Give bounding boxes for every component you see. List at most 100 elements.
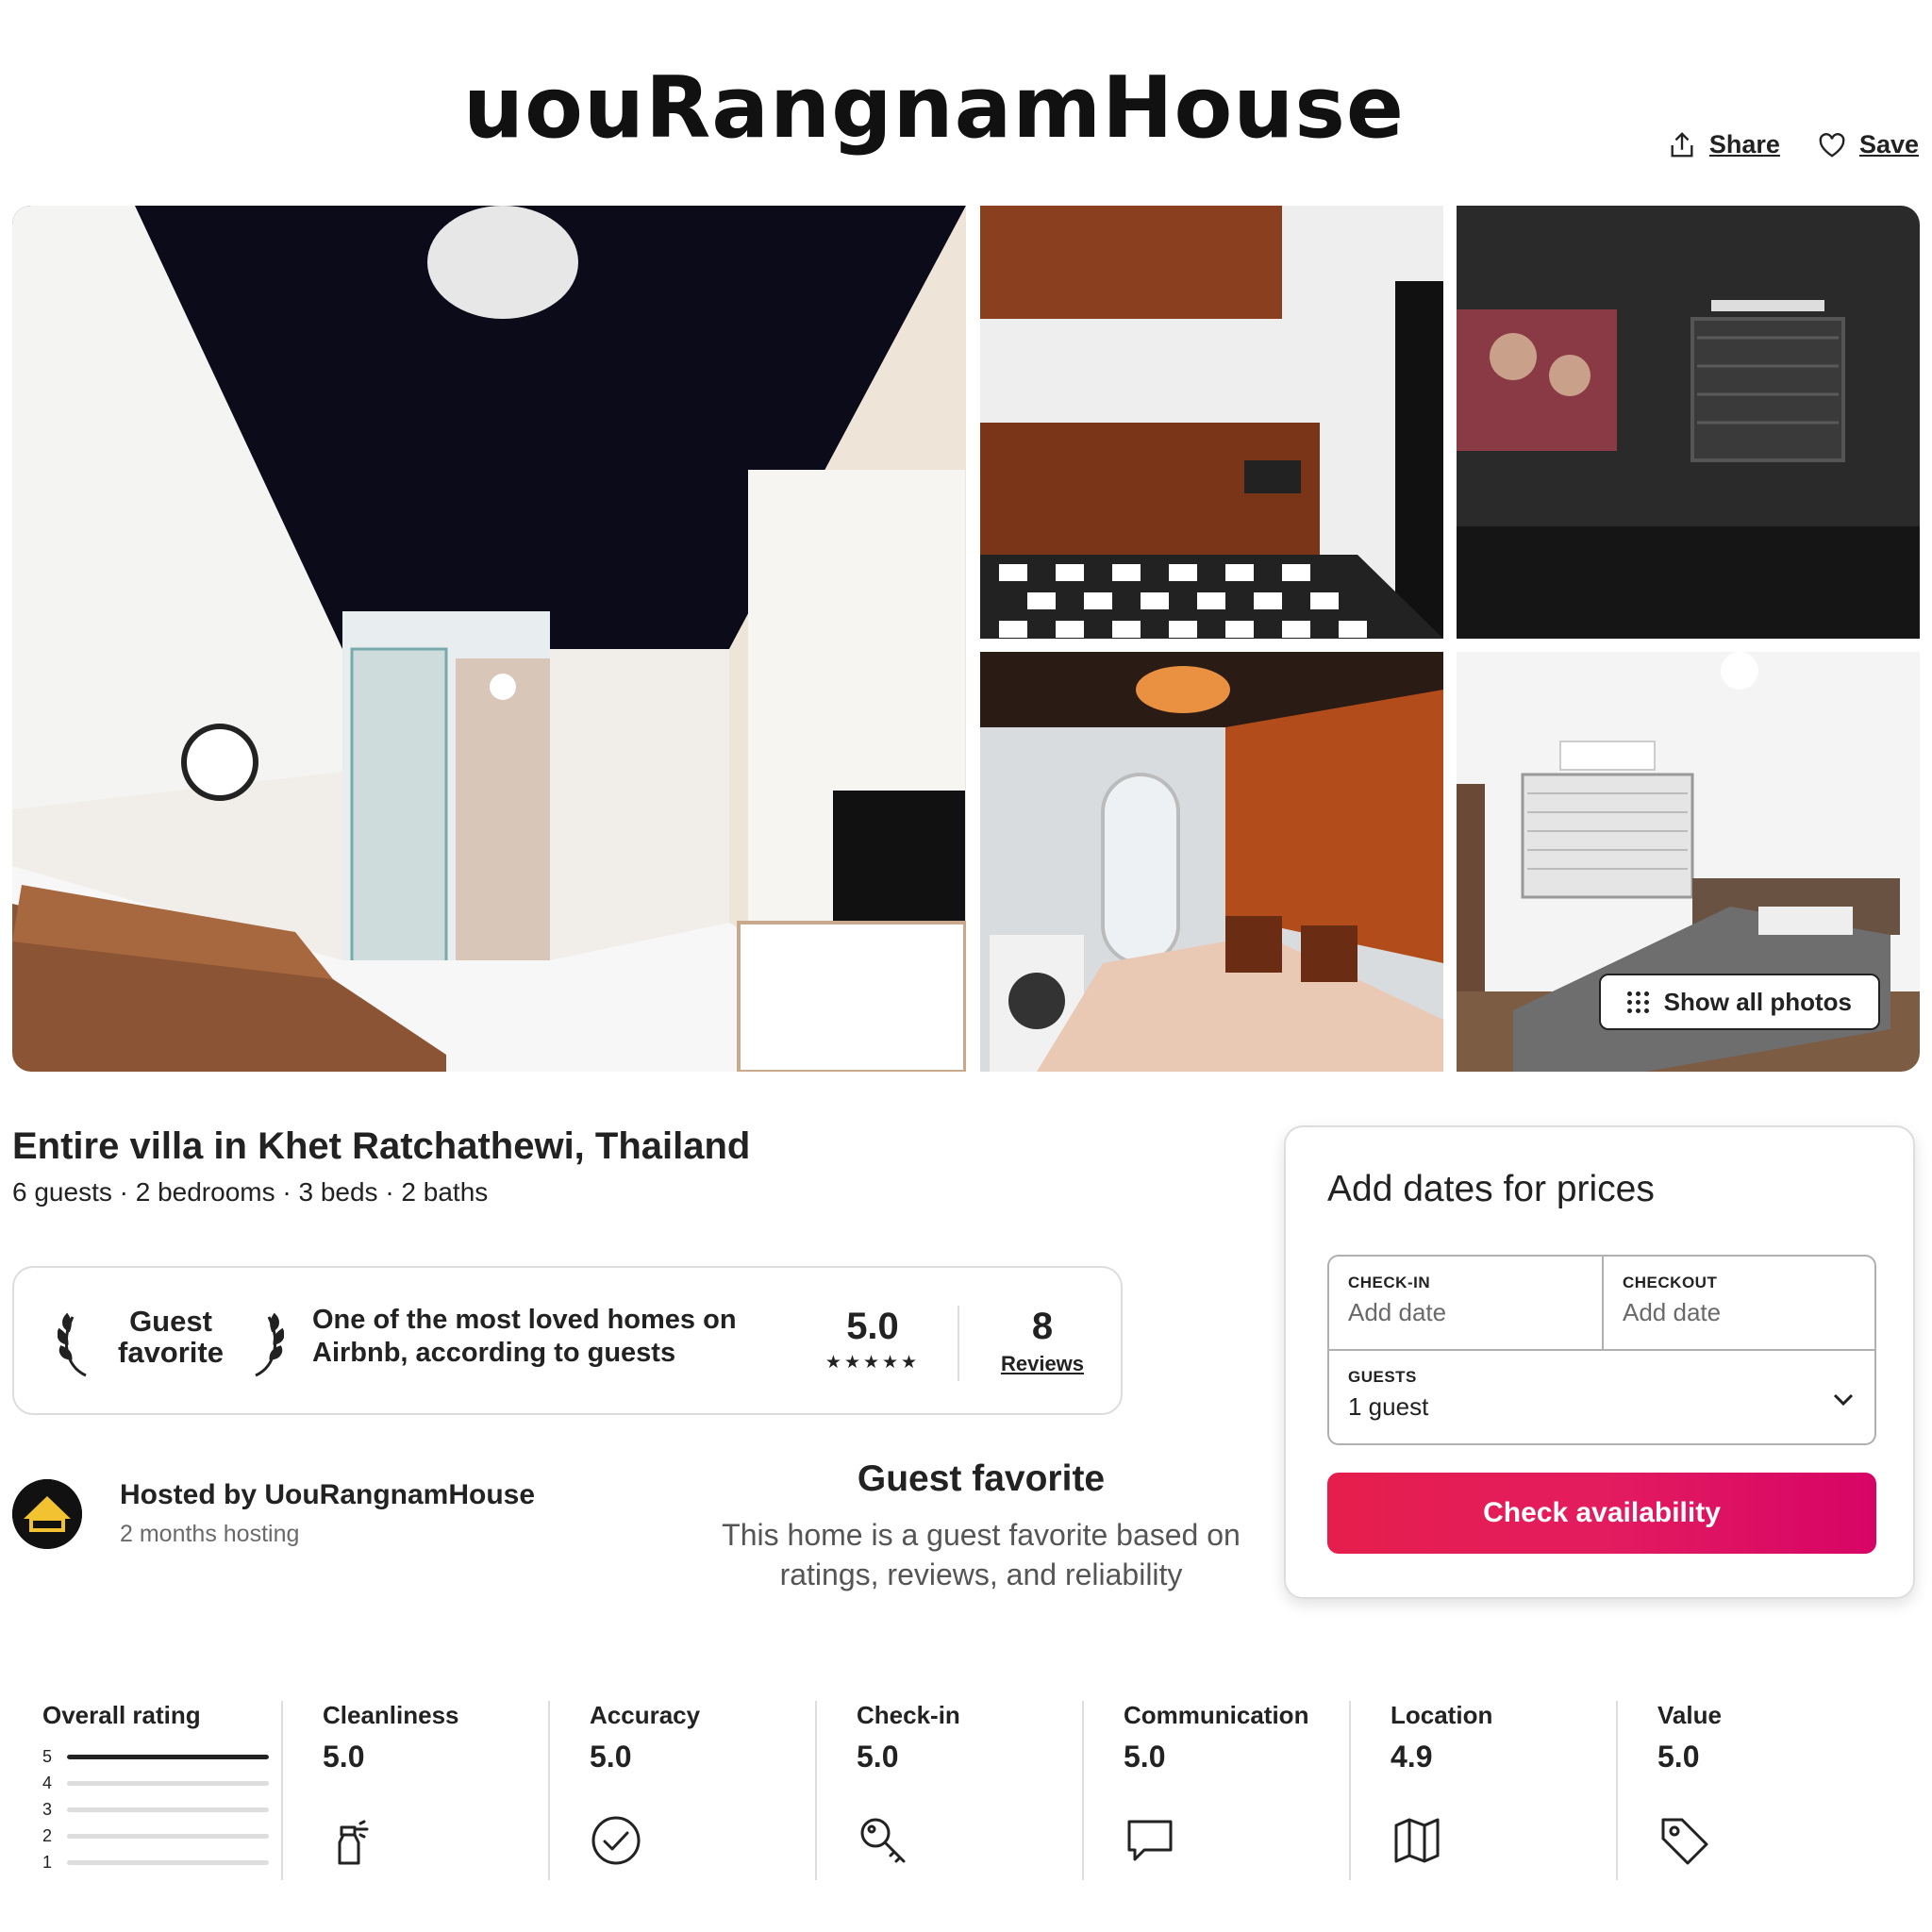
message-icon xyxy=(1127,1820,1173,1861)
checkout-field[interactable]: CHECKOUT Add date xyxy=(1604,1257,1876,1351)
photo-living-room[interactable] xyxy=(12,206,966,1072)
laurel-left-icon xyxy=(58,1312,87,1377)
rating-category-check-in: Check-in 5.0 xyxy=(815,1701,1080,1880)
badge-line-guest: Guest xyxy=(129,1305,212,1338)
guests-value: 1 guest xyxy=(1348,1392,1429,1421)
show-all-photos-label: Show all photos xyxy=(1663,987,1852,1016)
overall-rating: Overall rating 5 4 3 2 1 xyxy=(42,1701,269,1875)
grid-icon xyxy=(1626,991,1649,1013)
rating-bar-fill xyxy=(66,1754,269,1759)
category-label: Check-in xyxy=(857,1701,960,1729)
gf-desc-line-2: ratings, reviews, and reliability xyxy=(779,1557,1183,1591)
rating-level: 2 xyxy=(42,1825,53,1845)
divider xyxy=(958,1306,959,1381)
rating-category-communication: Communication 5.0 xyxy=(1082,1701,1347,1880)
reviews-count: 8 xyxy=(1031,1306,1054,1347)
rating-bar-track xyxy=(66,1780,269,1786)
page-title: uouRangnamHouse xyxy=(463,58,1405,158)
category-label: Accuracy xyxy=(590,1701,701,1729)
guests-label: GUESTS xyxy=(1348,1368,1417,1386)
show-all-photos-button[interactable]: Show all photos xyxy=(1598,974,1880,1030)
guest-favorite-text: This home is a guest favorite based on r… xyxy=(698,1515,1264,1594)
checkin-label: CHECK-IN xyxy=(1348,1274,1431,1291)
host-avatar[interactable] xyxy=(12,1479,82,1549)
rating-category-value: Value 5.0 xyxy=(1616,1701,1881,1880)
gf-desc-line-1: This home is a guest favorite based on xyxy=(722,1518,1241,1552)
rating-bar-row: 3 xyxy=(42,1796,269,1823)
reviews-summary[interactable]: 8 Reviews xyxy=(986,1306,1099,1376)
listing-details: 6 guests · 2 bedrooms · 3 beds · 2 baths xyxy=(12,1177,489,1207)
photo-dining[interactable] xyxy=(980,652,1443,1072)
guest-favorite-description: One of the most loved homes on Airbnb, a… xyxy=(312,1304,746,1370)
rating-bar-row: 1 xyxy=(42,1849,269,1875)
photo-bedroom[interactable]: Show all photos xyxy=(1457,652,1920,1072)
rating-bar-track xyxy=(66,1754,269,1759)
share-label: Share xyxy=(1708,130,1780,158)
share-icon xyxy=(1671,131,1693,157)
chevron-down-icon xyxy=(1833,1393,1854,1407)
check-availability-button[interactable]: Check availability xyxy=(1327,1473,1876,1554)
share-button[interactable]: Share xyxy=(1668,130,1780,159)
fav-desc-line-2: Airbnb, according to guests xyxy=(312,1338,676,1368)
fav-desc-line-1: One of the most loved homes on xyxy=(312,1305,737,1335)
guest-favorite-badge: Guest favorite xyxy=(58,1306,284,1381)
category-score: 5.0 xyxy=(1657,1740,1700,1774)
spray-bottle-icon xyxy=(338,1820,369,1865)
photo-media-room[interactable] xyxy=(1457,206,1920,639)
checkin-value: Add date xyxy=(1348,1298,1447,1326)
check-circle-icon xyxy=(591,1816,641,1865)
category-score: 5.0 xyxy=(323,1740,365,1774)
rating-level: 4 xyxy=(42,1773,53,1792)
badge-line-favorite: favorite xyxy=(118,1336,224,1369)
rating-bar-track xyxy=(66,1807,269,1812)
save-button[interactable]: Save xyxy=(1818,130,1919,159)
category-score: 5.0 xyxy=(857,1740,899,1774)
category-label: Location xyxy=(1391,1701,1493,1729)
rating-category-cleanliness: Cleanliness 5.0 xyxy=(281,1701,546,1880)
reviews-link[interactable]: Reviews xyxy=(986,1352,1099,1376)
category-label: Cleanliness xyxy=(323,1701,459,1729)
header-actions: Share Save xyxy=(1668,130,1919,159)
rating-category-location: Location 4.9 xyxy=(1349,1701,1614,1880)
map-icon xyxy=(1394,1818,1440,1863)
rating-level: 3 xyxy=(42,1799,53,1819)
checkout-value: Add date xyxy=(1623,1298,1722,1326)
rating-bar-row: 4 xyxy=(42,1770,269,1796)
tag-icon xyxy=(1661,1818,1708,1865)
category-score: 4.9 xyxy=(1391,1740,1433,1774)
photo-gallery: Show all photos xyxy=(12,206,1920,1072)
save-label: Save xyxy=(1858,130,1919,158)
date-guest-picker: CHECK-IN Add date CHECKOUT Add date GUES… xyxy=(1327,1255,1876,1445)
laurel-right-icon xyxy=(255,1312,284,1377)
key-icon xyxy=(860,1818,906,1863)
host-name: Hosted by UouRangnamHouse xyxy=(120,1479,536,1510)
checkin-field[interactable]: CHECK-IN Add date xyxy=(1329,1257,1604,1351)
category-label: Value xyxy=(1657,1701,1722,1729)
rating-bar-row: 5 xyxy=(42,1743,269,1770)
rating-bar-row: 2 xyxy=(42,1823,269,1849)
category-label: Communication xyxy=(1124,1701,1309,1729)
ratings-breakdown: Overall rating 54321 Cleanliness 5.0 Accur… xyxy=(12,1701,1920,1890)
photo-kitchen[interactable] xyxy=(980,206,1443,639)
rating-level: 5 xyxy=(42,1746,53,1766)
category-score: 5.0 xyxy=(1124,1740,1166,1774)
rating-value: 5.0 xyxy=(846,1306,899,1347)
listing-title: Entire villa in Khet Ratchathewi, Thaila… xyxy=(12,1125,751,1167)
guest-favorite-card: Guest favorite One of the most loved hom… xyxy=(12,1266,1123,1415)
checkout-label: CHECKOUT xyxy=(1623,1274,1718,1291)
booking-title: Add dates for prices xyxy=(1327,1169,1655,1209)
guest-favorite-title: Guest favorite xyxy=(857,1458,1106,1499)
host-meta: 2 months hosting xyxy=(120,1521,300,1547)
rating-distribution: 5 4 3 2 1 xyxy=(42,1743,269,1875)
booking-card: Add dates for prices CHECK-IN Add date C… xyxy=(1284,1125,1915,1599)
star-rating-icon: ★★★★★ xyxy=(824,1353,921,1373)
heart-icon xyxy=(1819,132,1845,158)
guests-select[interactable]: GUESTS 1 guest xyxy=(1329,1351,1876,1445)
category-score: 5.0 xyxy=(590,1740,632,1774)
rating-category-accuracy: Accuracy 5.0 xyxy=(548,1701,813,1880)
overall-rating-label: Overall rating xyxy=(42,1701,201,1729)
rating-level: 1 xyxy=(42,1852,53,1872)
rating-bar-track xyxy=(66,1859,269,1865)
overall-rating-summary: 5.0 ★★★★★ xyxy=(807,1306,939,1374)
rating-bar-track xyxy=(66,1833,269,1839)
